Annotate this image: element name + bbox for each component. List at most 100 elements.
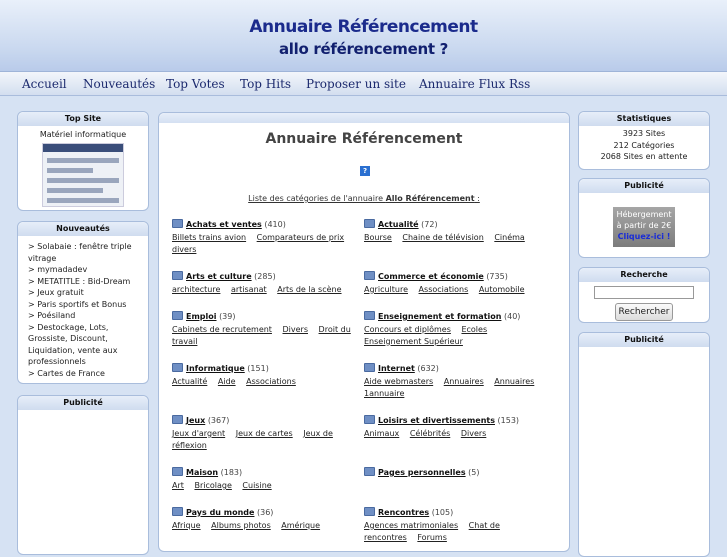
category-link[interactable]: Maison (186, 468, 218, 477)
subcategory-link[interactable]: Cinéma (494, 233, 525, 242)
nouveaute-item[interactable]: > mymadadev (28, 264, 138, 276)
category-link[interactable]: Rencontres (378, 508, 429, 517)
category-link[interactable]: Pages personnelles (378, 468, 466, 477)
subcategory-link[interactable]: Automobile (479, 285, 525, 294)
subcategory-link[interactable]: Animaux (364, 429, 399, 438)
left-publicite-title: Publicité (18, 396, 148, 410)
category-count: (105) (431, 508, 454, 517)
nav-accueil[interactable]: Accueil (22, 77, 67, 91)
subcategory-link[interactable]: Cuisine (242, 481, 271, 490)
subcategory-link[interactable]: Agriculture (364, 285, 408, 294)
subcategory-link[interactable]: Arts de la scène (277, 285, 341, 294)
hosting-ad-banner[interactable]: Hébergement à partir de 2€ Cliquez-ici ! (613, 207, 675, 247)
category-block: Achats et ventes (410) Billets trains avi… (172, 219, 357, 255)
category-block: Jeux (367) Jeux d'argent Jeux de cartes J… (172, 415, 357, 451)
subcategory-link[interactable]: Billets trains avion (172, 233, 246, 242)
top-site-caption[interactable]: Matériel informatique (24, 129, 142, 141)
category-block: Enseignement et formation (40) Concours e… (364, 311, 549, 347)
category-link[interactable]: Emploi (186, 312, 217, 321)
subcategory-link[interactable]: Annuaires (444, 377, 484, 386)
subcategory-link[interactable]: Associations (419, 285, 469, 294)
category-link[interactable]: Commerce et économie (378, 272, 484, 281)
subcategory-link[interactable]: Jeux de cartes (236, 429, 293, 438)
stats-sites: 3923 Sites (622, 129, 666, 138)
search-box: Recherche Rechercher (578, 267, 710, 323)
left-publicite-box: Publicité (17, 395, 149, 555)
category-count: (151) (247, 364, 269, 373)
category-count: (36) (257, 508, 274, 517)
subcategory-link[interactable]: Divers (461, 429, 487, 438)
subcategory-link[interactable]: Forums (417, 533, 447, 542)
page-title: Annuaire Référencement (265, 131, 463, 147)
category-count: (285) (254, 272, 276, 281)
category-block: Rencontres (105) Agences matrimoniales Ch… (364, 507, 549, 543)
subcategory-link[interactable]: Célébrités (410, 429, 450, 438)
subcategory-link[interactable]: Enseignement Supérieur (364, 337, 463, 346)
right-publicite2-title: Publicité (579, 333, 709, 347)
subcategory-link[interactable]: Associations (246, 377, 296, 386)
subcategory-link[interactable]: Concours et diplômes (364, 325, 451, 334)
nouveaute-item[interactable]: > Cartes de France (28, 368, 138, 380)
main-nav: Accueil Nouveautés Top Votes Top Hits Pr… (0, 72, 727, 96)
subcategory-link[interactable]: Aide webmasters (364, 377, 433, 386)
category-link[interactable]: Actualité (378, 220, 419, 229)
stats-box: Statistiques 3923 Sites 212 Catégories 2… (578, 111, 710, 170)
subcategory-link[interactable]: Amérique (281, 521, 320, 530)
category-count: (410) (264, 220, 286, 229)
category-link[interactable]: Jeux (186, 416, 205, 425)
nav-flux-rss[interactable]: Annuaire Flux Rss (419, 77, 530, 91)
subcategory-link[interactable]: Bourse (364, 233, 392, 242)
search-input[interactable] (594, 286, 694, 299)
subcategory-link[interactable]: Aide (218, 377, 236, 386)
category-count: (40) (504, 312, 521, 321)
category-link[interactable]: Achats et ventes (186, 220, 262, 229)
nav-top-hits[interactable]: Top Hits (240, 77, 291, 91)
subcategory-link[interactable]: Divers (283, 325, 309, 334)
folder-icon (364, 467, 375, 476)
folder-icon (364, 219, 375, 228)
category-count: (367) (207, 416, 230, 425)
category-link[interactable]: Arts et culture (186, 272, 252, 281)
nouveaute-item[interactable]: > METATITLE : Bid-Dream (28, 276, 138, 288)
subcategory-link[interactable]: Cabinets de recrutement (172, 325, 272, 334)
subcategory-link[interactable]: Art (172, 481, 184, 490)
subcategory-link[interactable]: architecture (172, 285, 220, 294)
nouveaute-item[interactable]: > Poésiland (28, 310, 138, 322)
nouveaute-item[interactable]: > Destockage, Lots, Grossiste, Discount,… (28, 322, 138, 368)
subcategory-link[interactable]: artisanat (231, 285, 267, 294)
category-link[interactable]: Internet (378, 364, 415, 373)
subcategory-link[interactable]: Jeux d'argent (172, 429, 225, 438)
search-button[interactable]: Rechercher (615, 303, 673, 321)
categories-intro[interactable]: Liste des catégories de l'annuaire Allo … (159, 194, 569, 203)
subcategory-link[interactable]: Ecoles (461, 325, 487, 334)
nouveaute-item[interactable]: > Solabaie : fenêtre triple vitrage (28, 241, 138, 264)
folder-icon (364, 507, 375, 516)
right-publicite-box: Publicité Hébergement à partir de 2€ Cli… (578, 178, 710, 258)
subcategory-link[interactable]: divers (172, 245, 196, 254)
category-link[interactable]: Loisirs et divertissements (378, 416, 495, 425)
nav-proposer-site[interactable]: Proposer un site (306, 77, 406, 91)
category-block: Actualité (72) Bourse Chaine de télévisio… (364, 219, 549, 244)
category-count: (183) (220, 468, 243, 477)
subcategory-link[interactable]: Albums photos (211, 521, 271, 530)
subcategory-link[interactable]: Actualité (172, 377, 207, 386)
subcategory-link[interactable]: Comparateurs de prix (257, 233, 344, 242)
subcategory-link[interactable]: Chaine de télévision (402, 233, 483, 242)
subcategory-link[interactable]: Agences matrimoniales (364, 521, 458, 530)
category-link[interactable]: Informatique (186, 364, 245, 373)
category-link[interactable]: Pays du monde (186, 508, 254, 517)
category-block: Loisirs et divertissements (153) Animaux … (364, 415, 549, 440)
category-block: Commerce et économie (735) Agriculture As… (364, 271, 549, 296)
help-icon[interactable]: ? (360, 166, 370, 176)
category-link[interactable]: Enseignement et formation (378, 312, 501, 321)
category-count: (72) (421, 220, 438, 229)
nav-top-votes[interactable]: Top Votes (166, 77, 225, 91)
nouveaute-item[interactable]: > Jeux gratuit (28, 287, 138, 299)
nav-nouveautes[interactable]: Nouveautés (83, 77, 155, 91)
subcategory-link[interactable]: Bricolage (194, 481, 231, 490)
subcategory-link[interactable]: Afrique (172, 521, 201, 530)
top-site-thumbnail[interactable] (42, 142, 124, 207)
nouveaute-item[interactable]: > Paris sportifs et Bonus (28, 299, 138, 311)
category-block: Maison (183) Art Bricolage Cuisine (172, 467, 357, 492)
category-count: (153) (497, 416, 520, 425)
